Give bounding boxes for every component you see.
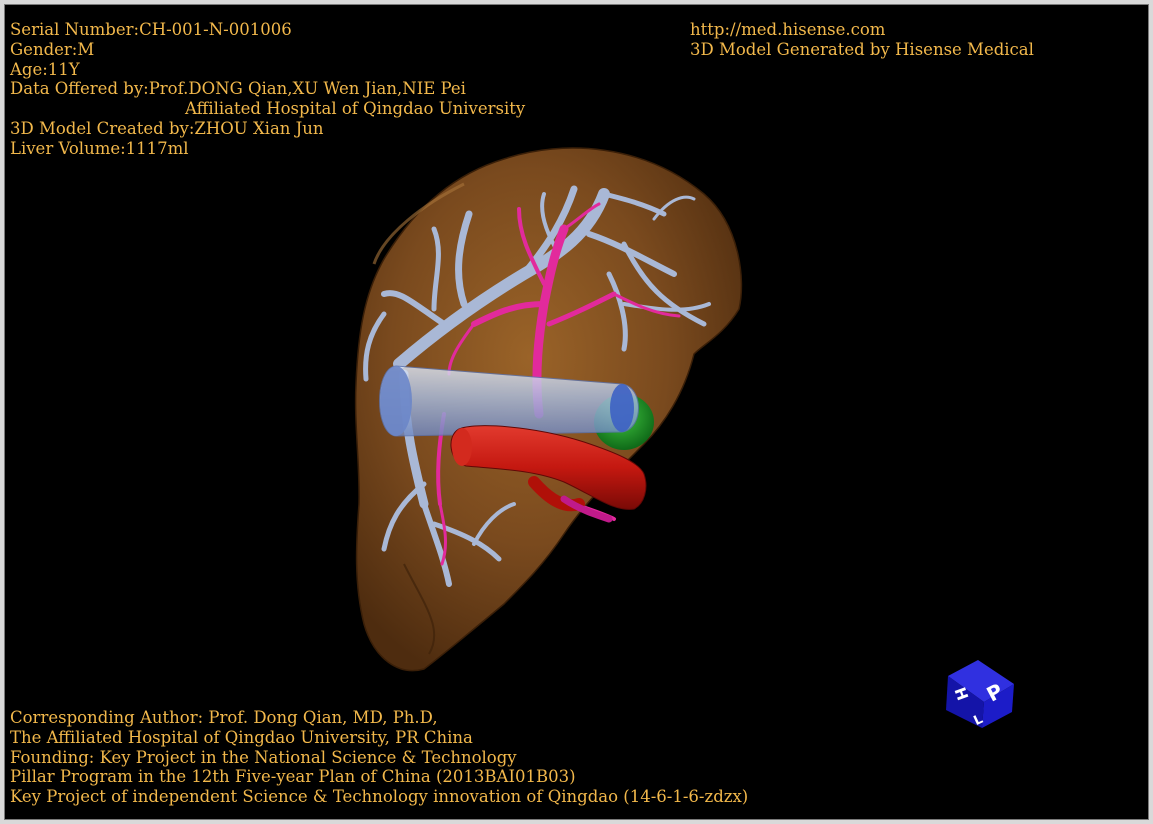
age: Age:11Y <box>10 59 80 79</box>
vendor-info: http://med.hisense.com 3D Model Generate… <box>690 20 1034 60</box>
credits-line-5: Key Project of independent Science & Tec… <box>10 787 749 807</box>
serial-number: Serial Number:CH-001-N-001006 <box>10 20 292 39</box>
model-created-by: 3D Model Created by:ZHOU Xian Jun <box>10 118 324 138</box>
hospital-name: Affiliated Hospital of Qingdao Universit… <box>185 99 526 119</box>
credits: Corresponding Author: Prof. Dong Qian, M… <box>10 708 748 807</box>
vendor-url: http://med.hisense.com <box>690 20 886 39</box>
data-offered-by: Data Offered by:Prof.DONG Qian,XU Wen Ji… <box>10 79 466 99</box>
generated-by: 3D Model Generated by Hisense Medical <box>690 39 1034 59</box>
orientation-cube-icon[interactable]: P H L <box>940 654 1020 734</box>
3d-viewer[interactable]: Serial Number:CH-001-N-001006 Gender:M A… <box>0 0 1153 824</box>
credits-line-3: Founding: Key Project in the National Sc… <box>10 747 517 767</box>
credits-line-4: Pillar Program in the 12th Five-year Pla… <box>10 767 576 787</box>
gender: Gender:M <box>10 39 95 59</box>
patient-info: Serial Number:CH-001-N-001006 Gender:M A… <box>10 20 525 159</box>
credits-line-1: Corresponding Author: Prof. Dong Qian, M… <box>10 708 438 727</box>
credits-line-2: The Affiliated Hospital of Qingdao Unive… <box>10 727 473 747</box>
liver-volume: Liver Volume:1117ml <box>10 138 189 158</box>
